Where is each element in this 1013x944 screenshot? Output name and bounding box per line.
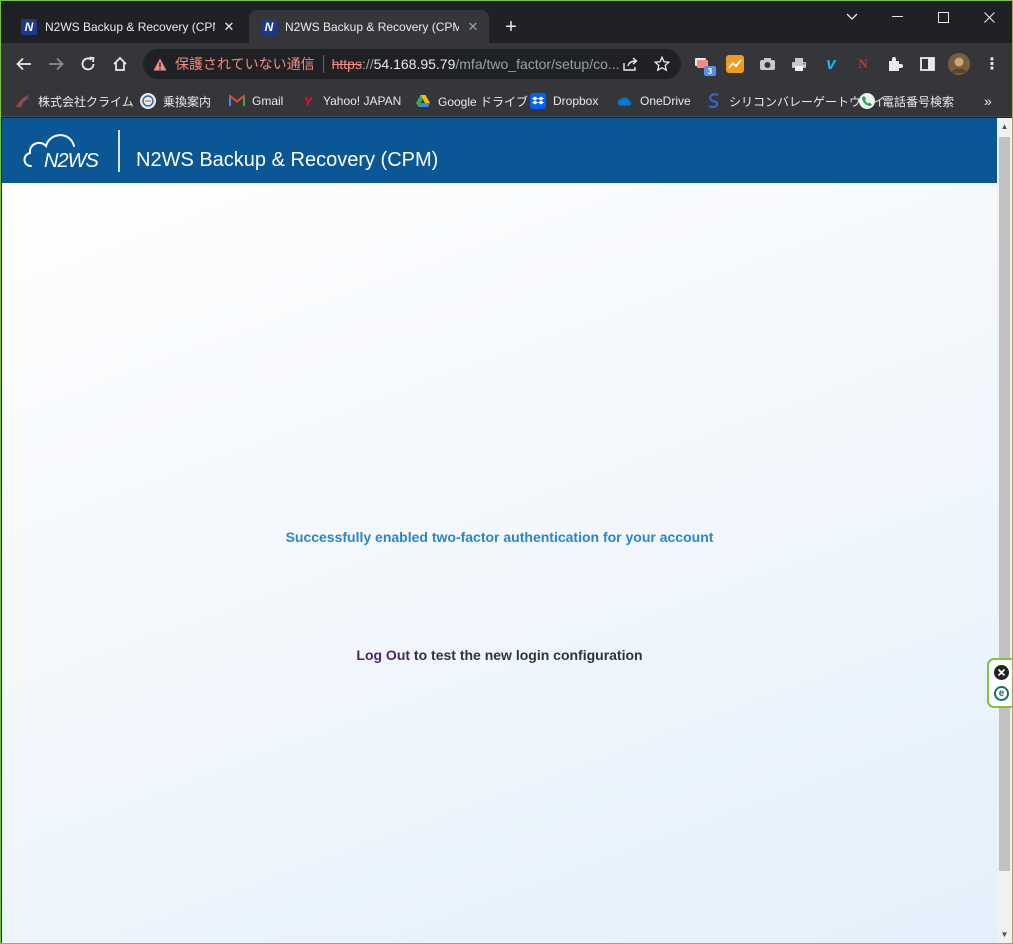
insecure-connection-label[interactable]: 保護されていない通信 [175, 54, 315, 74]
bookmark-item[interactable]: Y Yahoo! JAPAN [300, 92, 402, 110]
tab-2-active[interactable]: N N2WS Backup & Recovery (CPM) ✕ [249, 10, 489, 43]
logout-instruction: Log Out to test the new login configurat… [2, 647, 997, 663]
url-slashes: :// [361, 56, 374, 72]
analytics-extension-icon[interactable] [726, 55, 744, 73]
printer-extension-icon[interactable] [790, 55, 808, 73]
close-icon[interactable]: ✕ [465, 19, 481, 35]
bookmark-item[interactable]: Google ドライブ [415, 92, 528, 110]
bookmark-label: Gmail [252, 94, 284, 108]
climb-logo-icon [15, 93, 31, 109]
scroll-thumb[interactable] [999, 137, 1010, 871]
floating-widget: e [987, 658, 1012, 708]
minimize-icon[interactable] [874, 3, 920, 31]
logo-text: N2WS [44, 150, 99, 172]
home-icon[interactable] [108, 52, 132, 76]
profile-avatar[interactable] [948, 53, 970, 75]
camera-extension-icon[interactable] [758, 55, 776, 73]
vimeo-extension-icon[interactable]: v [822, 54, 840, 73]
reload-icon[interactable] [76, 52, 100, 76]
vertical-scrollbar[interactable]: ▲ ▼ [997, 118, 1012, 943]
url-text[interactable]: https://54.168.95.79/mfa/two_factor/setu… [332, 56, 632, 72]
widget-e-icon[interactable]: e [994, 686, 1009, 701]
warning-triangle-icon[interactable] [153, 57, 167, 71]
extensions-puzzle-icon[interactable] [886, 55, 904, 73]
google-drive-icon [415, 93, 431, 109]
omnibox-divider [322, 55, 324, 73]
kebab-menu-icon[interactable]: ⋮ [983, 55, 1001, 73]
tab-title: N2WS Backup & Recovery (CPM) [285, 19, 459, 34]
tab-1[interactable]: N N2WS Backup & Recovery (CPM) ✕ [9, 10, 245, 43]
bookmark-item[interactable]: 乗換案内 [140, 92, 211, 110]
n2ws-favicon-icon: N [261, 18, 277, 35]
bookmark-label: Yahoo! JAPAN [323, 94, 402, 108]
bookmark-item[interactable]: 株式会社クライム [15, 92, 134, 110]
transit-globe-icon [140, 93, 156, 109]
extension-tab-counter-icon[interactable]: 3 [694, 55, 716, 76]
bookmark-label: Google ドライブ [438, 94, 529, 109]
n2ws-logo[interactable]: N2WS [22, 128, 104, 174]
dropbox-icon [530, 93, 546, 109]
gmail-icon [229, 93, 245, 109]
bookmark-label: 乗換案内 [163, 94, 212, 109]
widget-close-icon[interactable] [994, 665, 1009, 680]
maximize-icon[interactable] [920, 3, 966, 31]
page-title: N2WS Backup & Recovery (CPM) [136, 149, 439, 171]
side-panel-icon[interactable] [918, 55, 936, 73]
title-bar: N N2WS Backup & Recovery (CPM) ✕ N N2WS … [1, 1, 1012, 43]
logout-suffix-text: to test the new login configuration [410, 647, 643, 663]
phone-search-icon [859, 93, 875, 109]
scroll-down-arrow-icon[interactable]: ▼ [997, 926, 1012, 943]
bookmark-label: 電話番号検索 [882, 94, 955, 109]
nikkei-extension-icon[interactable]: N [854, 55, 872, 73]
url-host: 54.168.95.79 [373, 56, 456, 72]
forward-arrow-icon[interactable] [44, 52, 68, 76]
close-icon[interactable]: ✕ [221, 19, 237, 35]
bookmark-item[interactable]: OneDrive [617, 92, 691, 110]
bookmark-label: 株式会社クライム [38, 94, 134, 109]
n2ws-favicon-icon: N [21, 18, 37, 35]
app-header: N2WS N2WS Backup & Recovery (CPM) [2, 118, 997, 183]
bookmarks-overflow-chevron-icon[interactable]: » [984, 92, 992, 110]
onedrive-cloud-icon [617, 93, 633, 109]
window-close-icon[interactable] [966, 3, 1012, 31]
silicon-valley-gateway-icon [706, 93, 722, 109]
browser-toolbar: 保護されていない通信 https://54.168.95.79/mfa/two_… [1, 43, 1012, 85]
logout-link[interactable]: Log Out [356, 647, 410, 663]
url-path: /mfa/two_factor/setup/co... [455, 56, 620, 72]
bookmark-item[interactable]: Dropbox [530, 92, 598, 110]
bookmark-label: OneDrive [640, 94, 691, 108]
extension-badge: 3 [704, 66, 716, 76]
tab-search-chevron-icon[interactable] [829, 3, 875, 31]
bookmark-item[interactable]: Gmail [229, 92, 283, 110]
yahoo-y-icon: Y [303, 93, 313, 109]
scroll-up-arrow-icon[interactable]: ▲ [997, 118, 1012, 135]
url-scheme: https [331, 56, 362, 72]
tab-title: N2WS Backup & Recovery (CPM) [45, 19, 215, 34]
bookmark-item[interactable]: 電話番号検索 [859, 92, 954, 110]
bookmark-star-icon[interactable] [653, 55, 671, 73]
address-bar[interactable]: 保護されていない通信 https://54.168.95.79/mfa/two_… [143, 49, 681, 79]
new-tab-plus-icon[interactable]: + [499, 15, 523, 39]
bookmarks-bar: 株式会社クライム 乗換案内 Gmail Y Yahoo! JAPAN Googl… [1, 85, 1012, 117]
bookmark-label: Dropbox [553, 94, 599, 108]
back-arrow-icon[interactable] [12, 52, 36, 76]
page-viewport: N2WS N2WS Backup & Recovery (CPM) Succes… [2, 118, 997, 943]
browser-window: N N2WS Backup & Recovery (CPM) ✕ N N2WS … [0, 0, 1013, 944]
success-message: Successfully enabled two-factor authenti… [285, 529, 714, 545]
logo-divider [118, 130, 120, 172]
share-icon[interactable] [621, 55, 639, 73]
